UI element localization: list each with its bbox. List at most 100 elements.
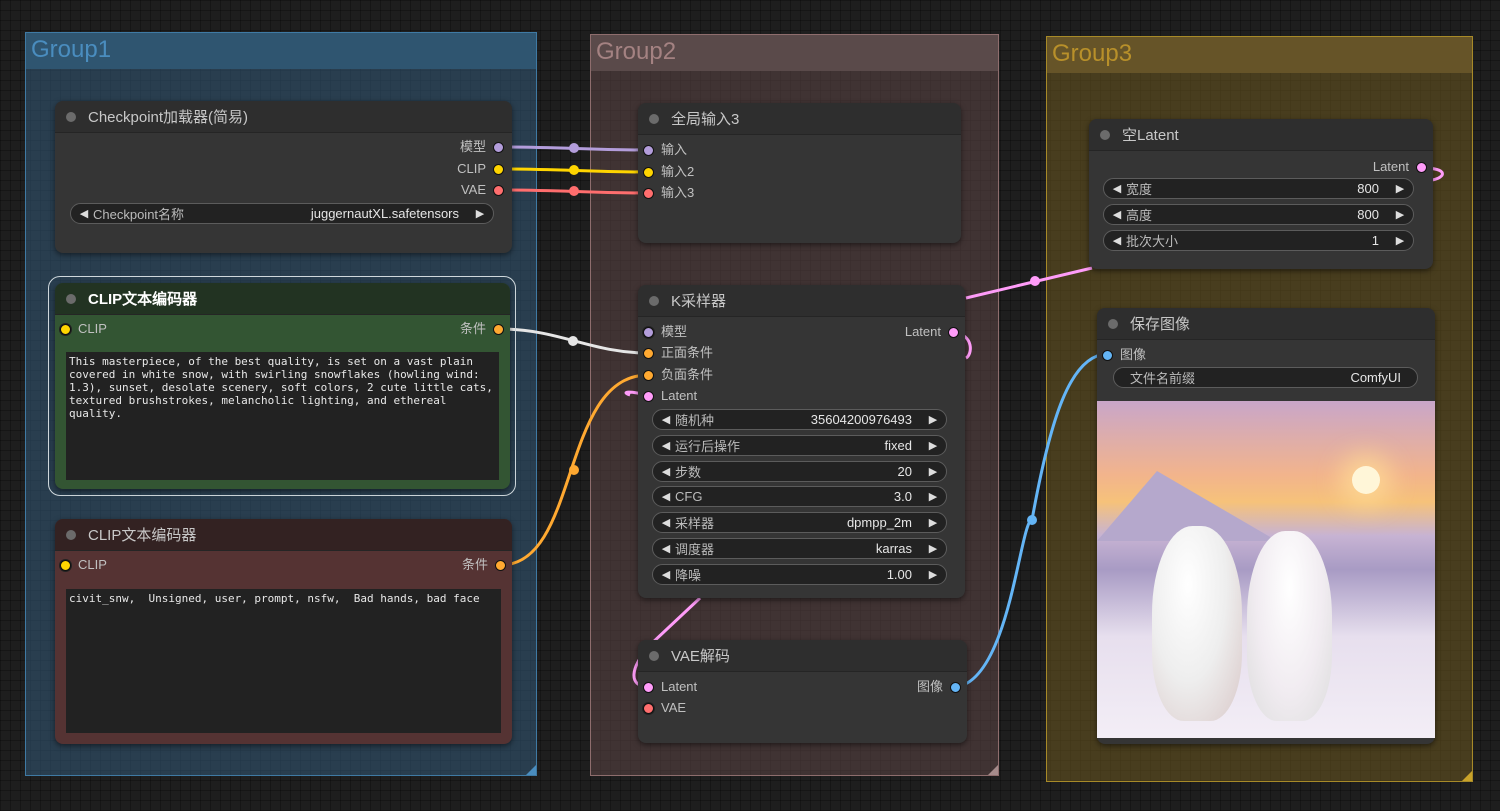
image-pin-icon[interactable]	[1102, 349, 1113, 361]
arrow-right-icon[interactable]: ▶	[1393, 208, 1407, 221]
latent-pin-icon[interactable]	[948, 326, 959, 338]
collapse-dot-icon[interactable]	[1100, 129, 1110, 140]
sampler-widget[interactable]: ◀ 采样器 dpmpp_2m ▶	[652, 512, 947, 533]
output-clip[interactable]: CLIP	[457, 160, 504, 178]
output-model[interactable]: 模型	[460, 138, 504, 156]
group-resize-handle[interactable]	[526, 765, 536, 775]
input-clip[interactable]: CLIP	[60, 320, 107, 338]
input-negative[interactable]: 负面条件	[643, 366, 713, 384]
input-1[interactable]: 输入	[643, 141, 687, 159]
input-latent[interactable]: Latent	[643, 678, 697, 696]
collapse-dot-icon[interactable]	[66, 293, 76, 304]
scheduler-widget[interactable]: ◀ 调度器 karras ▶	[652, 538, 947, 559]
latent-pin-icon[interactable]	[643, 681, 654, 693]
arrow-right-icon[interactable]: ▶	[926, 439, 940, 452]
collapse-dot-icon[interactable]	[1108, 318, 1118, 329]
output-conditioning[interactable]: 条件	[462, 556, 506, 574]
arrow-left-icon[interactable]: ◀	[659, 516, 673, 529]
arrow-left-icon[interactable]: ◀	[659, 568, 673, 581]
image-preview[interactable]	[1097, 401, 1435, 738]
arrow-left-icon[interactable]: ◀	[659, 542, 673, 555]
filename-prefix-widget[interactable]: 文件名前缀 ComfyUI	[1113, 367, 1418, 388]
clip-pin-icon[interactable]	[60, 559, 71, 571]
prompt-textarea[interactable]: civit_snw, Unsigned, user, prompt, nsfw,…	[66, 589, 501, 733]
arrow-left-icon[interactable]: ◀	[1110, 234, 1124, 247]
arrow-right-icon[interactable]: ▶	[1393, 182, 1407, 195]
output-image[interactable]: 图像	[917, 678, 961, 696]
collapse-dot-icon[interactable]	[649, 295, 659, 306]
prompt-textarea[interactable]: This masterpiece, of the best quality, i…	[66, 352, 499, 480]
input-image[interactable]: 图像	[1102, 346, 1146, 364]
input-positive[interactable]: 正面条件	[643, 344, 713, 362]
model-pin-icon[interactable]	[643, 144, 654, 156]
input-3[interactable]: 输入3	[643, 184, 694, 202]
input-2[interactable]: 输入2	[643, 163, 694, 181]
vae-pin-icon[interactable]	[643, 702, 654, 714]
collapse-dot-icon[interactable]	[649, 650, 659, 661]
denoise-widget[interactable]: ◀ 降噪 1.00 ▶	[652, 564, 947, 585]
conditioning-pin-icon[interactable]	[495, 559, 506, 571]
group-resize-handle[interactable]	[1462, 771, 1472, 781]
save-image-node[interactable]: 保存图像 图像 文件名前缀 ComfyUI	[1097, 308, 1435, 744]
global-input-node[interactable]: 全局输入3 输入 输入2 输入3	[638, 103, 961, 243]
seed-widget[interactable]: ◀ 随机种 35604200976493 ▶	[652, 409, 947, 430]
control-after-generate-widget[interactable]: ◀ 运行后操作 fixed ▶	[652, 435, 947, 456]
checkpoint-loader-node[interactable]: Checkpoint加载器(简易) 模型 CLIP VAE ◀ Checkpoi…	[55, 101, 512, 253]
input-vae[interactable]: VAE	[643, 699, 686, 717]
input-latent[interactable]: Latent	[643, 387, 697, 405]
output-vae[interactable]: VAE	[461, 181, 504, 199]
cfg-widget[interactable]: ◀ CFG 3.0 ▶	[652, 486, 947, 507]
widget-value: 35604200976493	[810, 412, 912, 427]
batch-size-widget[interactable]: ◀ 批次大小 1 ▶	[1103, 230, 1414, 251]
steps-widget[interactable]: ◀ 步数 20 ▶	[652, 461, 947, 482]
clip-pin-icon[interactable]	[60, 323, 71, 335]
input-clip[interactable]: CLIP	[60, 556, 107, 574]
arrow-right-icon[interactable]: ▶	[926, 490, 940, 503]
input-model[interactable]: 模型	[643, 323, 687, 341]
arrow-left-icon[interactable]: ◀	[77, 207, 91, 220]
output-latent[interactable]: Latent	[905, 323, 959, 341]
clip-pin-icon[interactable]	[643, 166, 654, 178]
group-resize-handle[interactable]	[988, 765, 998, 775]
arrow-right-icon[interactable]: ▶	[926, 465, 940, 478]
vae-pin-icon[interactable]	[493, 184, 504, 196]
arrow-left-icon[interactable]: ◀	[659, 413, 673, 426]
arrow-right-icon[interactable]: ▶	[1393, 234, 1407, 247]
arrow-right-icon[interactable]: ▶	[926, 413, 940, 426]
width-widget[interactable]: ◀ 宽度 800 ▶	[1103, 178, 1414, 199]
model-pin-icon[interactable]	[643, 326, 654, 338]
arrow-left-icon[interactable]: ◀	[659, 490, 673, 503]
arrow-right-icon[interactable]: ▶	[926, 542, 940, 555]
output-latent[interactable]: Latent	[1373, 158, 1427, 176]
latent-pin-icon[interactable]	[643, 390, 654, 402]
ksampler-node[interactable]: K采样器 模型 正面条件 负面条件 Latent Latent ◀ 随机种 3560…	[638, 285, 965, 598]
collapse-dot-icon[interactable]	[66, 529, 76, 540]
image-pin-icon[interactable]	[950, 681, 961, 693]
group-title[interactable]: Group1	[26, 33, 536, 69]
vae-pin-icon[interactable]	[643, 187, 654, 199]
arrow-left-icon[interactable]: ◀	[1110, 208, 1124, 221]
height-widget[interactable]: ◀ 高度 800 ▶	[1103, 204, 1414, 225]
group-title[interactable]: Group2	[591, 35, 998, 71]
output-conditioning[interactable]: 条件	[460, 320, 504, 338]
clip-text-encode-negative-node[interactable]: CLIP文本编码器 CLIP 条件 civit_snw, Unsigned, u…	[55, 519, 512, 744]
conditioning-pin-icon[interactable]	[493, 323, 504, 335]
conditioning-pin-icon[interactable]	[643, 369, 654, 381]
model-pin-icon[interactable]	[493, 141, 504, 153]
conditioning-pin-icon[interactable]	[643, 347, 654, 359]
arrow-left-icon[interactable]: ◀	[659, 439, 673, 452]
arrow-left-icon[interactable]: ◀	[659, 465, 673, 478]
collapse-dot-icon[interactable]	[66, 111, 76, 122]
arrow-right-icon[interactable]: ▶	[926, 568, 940, 581]
arrow-right-icon[interactable]: ▶	[473, 207, 487, 220]
checkpoint-name-combo[interactable]: ◀ Checkpoint名称 juggernautXL.safetensors …	[70, 203, 494, 224]
collapse-dot-icon[interactable]	[649, 113, 659, 124]
latent-pin-icon[interactable]	[1416, 161, 1427, 173]
arrow-left-icon[interactable]: ◀	[1110, 182, 1124, 195]
clip-pin-icon[interactable]	[493, 163, 504, 175]
vae-decode-node[interactable]: VAE解码 Latent VAE 图像	[638, 640, 967, 743]
empty-latent-node[interactable]: 空Latent Latent ◀ 宽度 800 ▶ ◀ 高度 800 ▶ ◀ 批次大小 1 ▶	[1089, 119, 1433, 269]
arrow-right-icon[interactable]: ▶	[926, 516, 940, 529]
group-title[interactable]: Group3	[1047, 37, 1472, 73]
clip-text-encode-positive-node[interactable]: CLIP文本编码器 CLIP 条件 This masterpiece, of t…	[55, 283, 510, 489]
